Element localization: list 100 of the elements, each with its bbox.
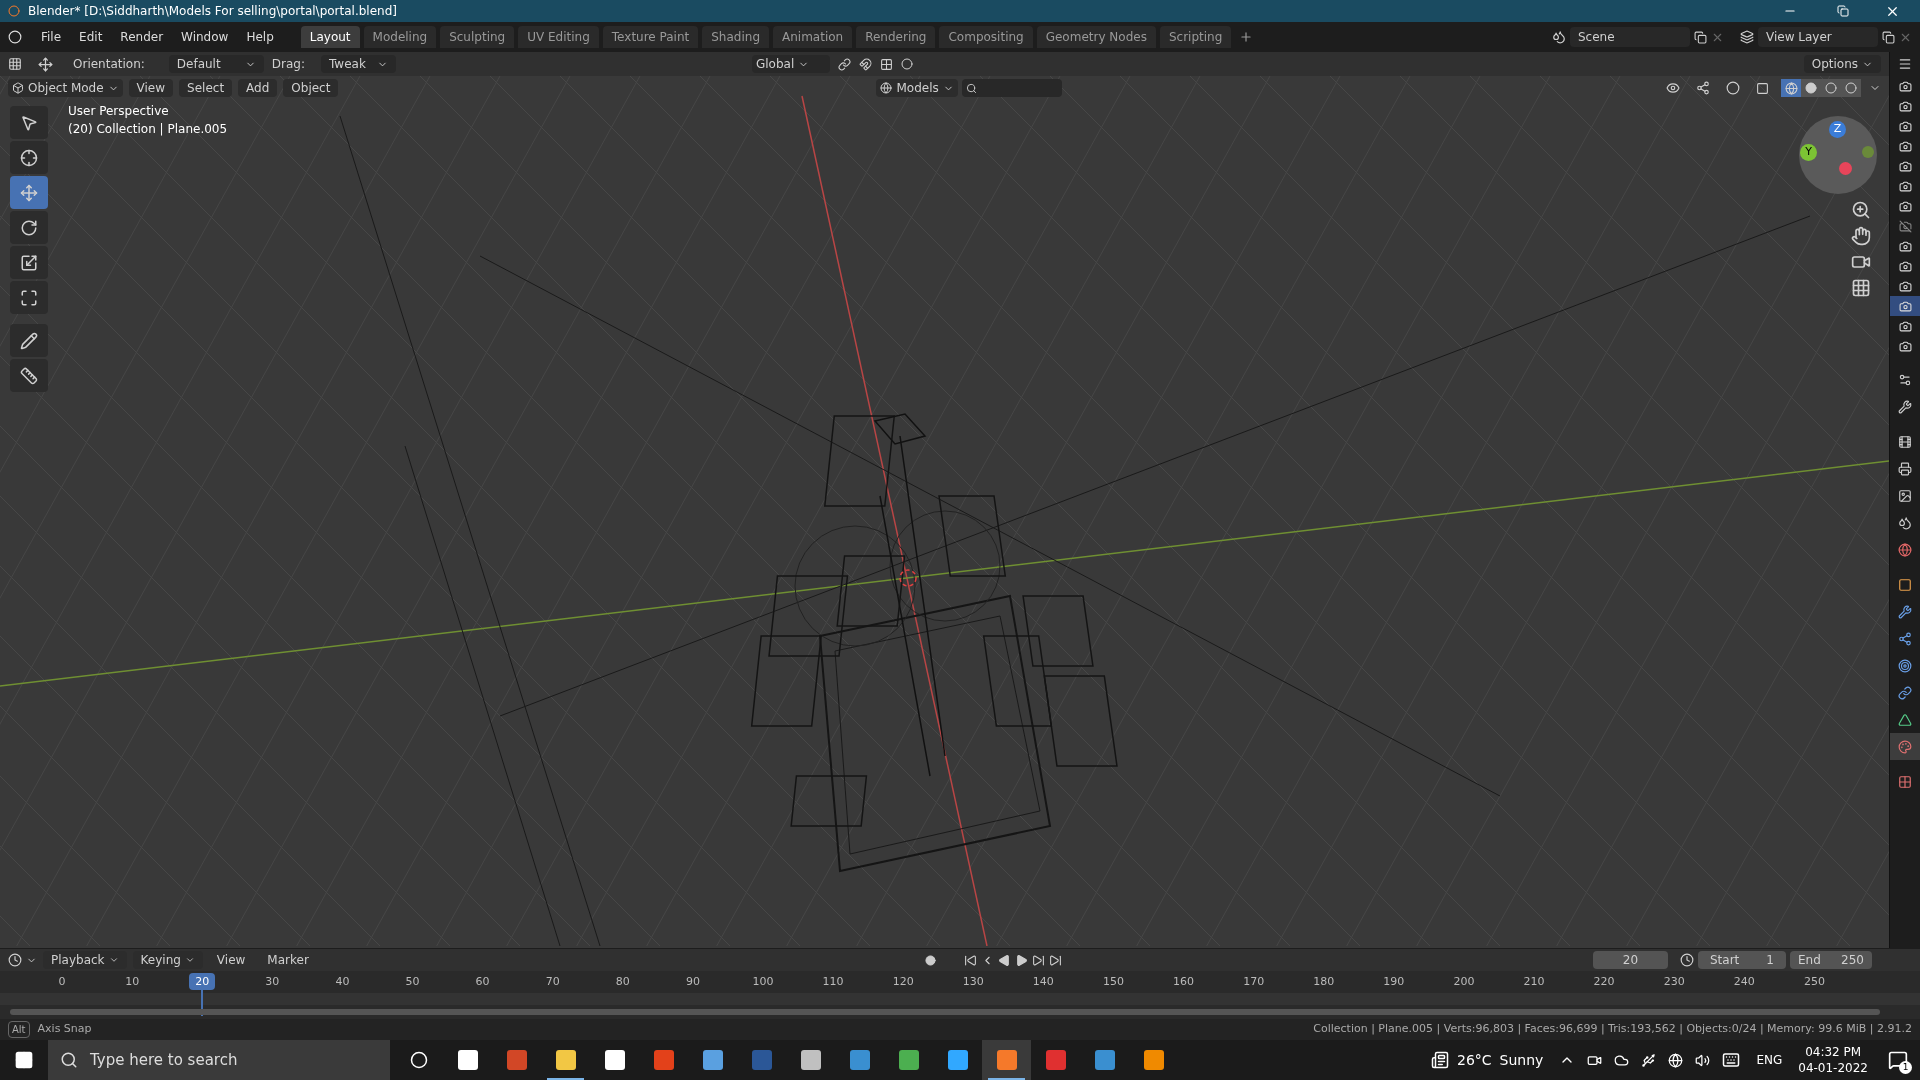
menu-item[interactable]: Render — [113, 28, 171, 46]
view-layer-icon[interactable] — [1740, 30, 1754, 44]
app-tile-icon — [457, 1050, 478, 1070]
menu-item[interactable]: Window — [174, 28, 236, 46]
viewport-menu-item[interactable]: Select — [179, 79, 233, 97]
editor-type-icon[interactable] — [8, 953, 22, 967]
timeline-scrollbar[interactable] — [10, 1009, 1880, 1015]
play-reverse-icon[interactable] — [997, 953, 1011, 967]
toggle-icon — [1898, 372, 1912, 387]
next-key-icon[interactable] — [1031, 953, 1045, 967]
workspace-tab[interactable]: Shading — [702, 26, 769, 48]
timeline-menu-item[interactable]: Marker — [259, 951, 317, 969]
usb-icon[interactable] — [1641, 1052, 1657, 1068]
orientation-dropdown[interactable]: Default — [168, 55, 264, 73]
copy-icon[interactable] — [1882, 30, 1895, 44]
add-workspace-icon[interactable] — [1239, 30, 1254, 44]
mode-dropdown[interactable]: Object Mode — [8, 79, 123, 97]
timeline-menu-item[interactable]: Playback — [43, 951, 127, 969]
gizmo-toggle-icon[interactable] — [1696, 81, 1710, 95]
pivot-icon[interactable] — [838, 57, 851, 71]
language-indicator[interactable]: ENG — [1756, 1051, 1783, 1069]
weather-text[interactable]: Sunny — [1499, 1049, 1544, 1071]
camera-icon — [1898, 99, 1912, 113]
end-frame-field[interactable]: End 250 — [1790, 951, 1872, 969]
xray-icon[interactable] — [1756, 81, 1769, 95]
tool-button[interactable] — [10, 359, 48, 392]
news-icon[interactable] — [1431, 1051, 1449, 1069]
cloud-icon[interactable] — [1614, 1052, 1630, 1068]
workspace-tab[interactable]: Layout — [300, 26, 360, 48]
timeline-menu-item[interactable]: Keying — [132, 951, 203, 969]
taskbar-search-field[interactable]: Type here to search — [48, 1040, 390, 1080]
camera-icon — [1898, 299, 1912, 313]
record-icon[interactable] — [924, 954, 936, 966]
editor-type-icon[interactable] — [8, 57, 22, 71]
transform-orientation-dropdown[interactable]: Global — [752, 55, 830, 73]
view-layer-field[interactable]: View Layer — [1758, 27, 1878, 47]
menu-item[interactable]: Help — [239, 28, 281, 46]
outliner-icon[interactable] — [1898, 57, 1912, 71]
snap-target-icon[interactable] — [880, 57, 893, 71]
workspace-tab[interactable]: Sculpting — [440, 26, 515, 48]
menu-item[interactable]: Edit — [72, 28, 110, 46]
jump-end-icon[interactable] — [1048, 953, 1062, 967]
navigation-gizmo[interactable]: Z Y — [1799, 116, 1877, 194]
workspace-tab[interactable]: Geometry Nodes — [1036, 26, 1156, 48]
shading-mode-button[interactable] — [1801, 79, 1821, 97]
scene-icon[interactable] — [1552, 30, 1566, 44]
globe-icon — [880, 82, 893, 94]
search-field[interactable] — [961, 79, 1062, 97]
scene-field[interactable]: Scene — [1570, 27, 1690, 47]
frame-tick-label: 170 — [1243, 974, 1265, 990]
snap-icon[interactable] — [859, 57, 872, 71]
move-arrows-icon[interactable] — [38, 56, 53, 72]
hand-icon[interactable] — [1851, 226, 1871, 246]
start-frame-field[interactable]: Start 1 — [1698, 951, 1786, 969]
copy-icon[interactable] — [1694, 30, 1707, 44]
workspace-tab[interactable]: Modeling — [363, 26, 437, 48]
network-icon[interactable] — [1668, 1052, 1684, 1068]
play-icon[interactable] — [1014, 953, 1028, 967]
frame-tick-label: 220 — [1593, 974, 1615, 990]
volume-icon[interactable] — [1695, 1052, 1711, 1068]
clock[interactable]: 04:32 PM 04-01-2022 — [1798, 1044, 1868, 1076]
tool-button[interactable] — [10, 281, 48, 314]
stopwatch-icon[interactable] — [1680, 953, 1694, 967]
keyboard-icon[interactable] — [1722, 1051, 1741, 1069]
drag-dropdown[interactable]: Tweak — [321, 55, 396, 73]
tool-button[interactable] — [10, 106, 48, 139]
timeline-menu-item[interactable]: View — [208, 951, 254, 969]
menu-item[interactable]: File — [34, 28, 69, 46]
start-icon[interactable] — [14, 1050, 34, 1070]
collection-filter-dropdown[interactable]: Models — [876, 79, 958, 97]
notification-icon[interactable] — [1888, 1050, 1908, 1070]
playhead[interactable]: 20 — [189, 973, 216, 990]
tool-button[interactable] — [10, 141, 48, 174]
camera-visibility-toggle[interactable] — [1890, 296, 1920, 316]
workspace-tab[interactable]: Texture Paint — [602, 26, 699, 48]
square-icon — [1898, 577, 1912, 592]
temperature-text[interactable]: 26°C — [1457, 1049, 1492, 1071]
zoom-icon[interactable] — [1851, 200, 1871, 220]
viewport-menu-item[interactable]: View — [128, 79, 174, 97]
options-dropdown[interactable]: Options — [1803, 55, 1881, 73]
tool-button[interactable] — [10, 246, 48, 279]
workspace-tab[interactable]: Scripting — [1159, 26, 1232, 48]
jump-start-icon[interactable] — [963, 953, 977, 967]
camera-icon — [1898, 139, 1912, 153]
visibility-icon[interactable] — [1666, 81, 1680, 95]
workspace-tab[interactable]: UV Editing — [518, 26, 599, 48]
viewport-menu-item[interactable]: Object — [283, 79, 339, 97]
shading-mode-button[interactable] — [1781, 79, 1801, 97]
shading-mode-button[interactable] — [1841, 79, 1861, 97]
tool-button[interactable] — [10, 324, 48, 357]
frame-tick-label: 160 — [1173, 974, 1195, 990]
grid-icon[interactable] — [1851, 278, 1871, 298]
workspace-tab[interactable]: Rendering — [856, 26, 936, 48]
workspace-tab[interactable]: Compositing — [939, 26, 1033, 48]
viewport-menu-item[interactable]: Add — [238, 79, 278, 97]
workspace-tab[interactable]: Animation — [773, 26, 853, 48]
current-frame-field[interactable]: 20 — [1593, 951, 1668, 969]
tool-button[interactable] — [10, 211, 48, 244]
target-icon — [1898, 658, 1912, 673]
restore-icon[interactable] — [1837, 5, 1849, 17]
